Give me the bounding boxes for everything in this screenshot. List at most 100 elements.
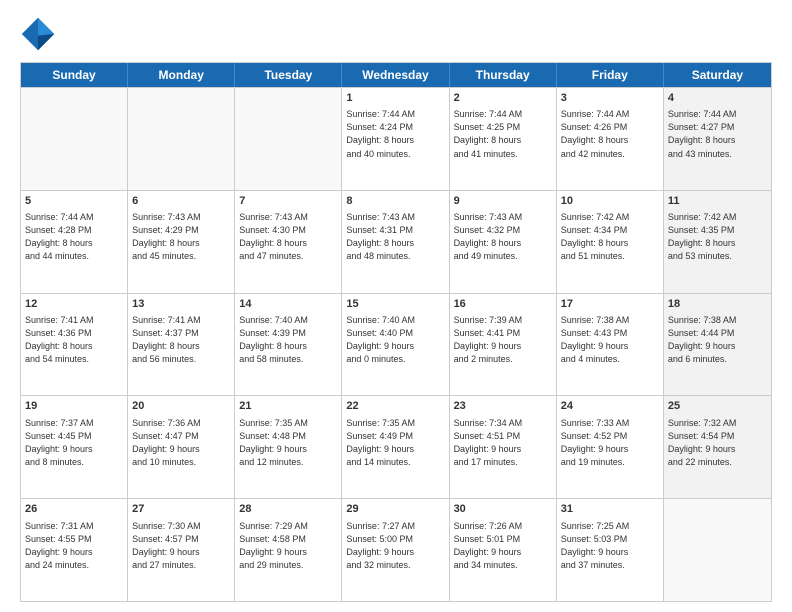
day-cell-1: 1 Sunrise: 7:44 AM Sunset: 4:24 PM Daylig… <box>342 88 449 190</box>
cell-info: Sunrise: 7:37 AM Sunset: 4:45 PM Dayligh… <box>25 417 123 469</box>
day-number: 24 <box>561 399 659 414</box>
cell-info: Sunrise: 7:25 AM Sunset: 5:03 PM Dayligh… <box>561 520 659 572</box>
day-number: 26 <box>25 502 123 517</box>
cell-info: Sunrise: 7:40 AM Sunset: 4:40 PM Dayligh… <box>346 314 444 366</box>
cell-info: Sunrise: 7:44 AM Sunset: 4:25 PM Dayligh… <box>454 108 552 160</box>
day-number: 10 <box>561 194 659 209</box>
cell-info: Sunrise: 7:44 AM Sunset: 4:27 PM Dayligh… <box>668 108 767 160</box>
header-day-wednesday: Wednesday <box>342 63 449 87</box>
cell-info: Sunrise: 7:33 AM Sunset: 4:52 PM Dayligh… <box>561 417 659 469</box>
day-cell-4: 4 Sunrise: 7:44 AM Sunset: 4:27 PM Daylig… <box>664 88 771 190</box>
day-number: 8 <box>346 194 444 209</box>
day-number: 29 <box>346 502 444 517</box>
calendar-row-2: 12 Sunrise: 7:41 AM Sunset: 4:36 PM Dayli… <box>21 293 771 396</box>
day-number: 2 <box>454 91 552 106</box>
day-number: 21 <box>239 399 337 414</box>
cell-info: Sunrise: 7:41 AM Sunset: 4:37 PM Dayligh… <box>132 314 230 366</box>
day-cell-7: 7 Sunrise: 7:43 AM Sunset: 4:30 PM Daylig… <box>235 191 342 293</box>
day-number: 3 <box>561 91 659 106</box>
day-number: 15 <box>346 297 444 312</box>
cell-info: Sunrise: 7:32 AM Sunset: 4:54 PM Dayligh… <box>668 417 767 469</box>
day-number: 12 <box>25 297 123 312</box>
cell-info: Sunrise: 7:35 AM Sunset: 4:48 PM Dayligh… <box>239 417 337 469</box>
cell-info: Sunrise: 7:35 AM Sunset: 4:49 PM Dayligh… <box>346 417 444 469</box>
day-cell-14: 14Sunrise: 7:40 AM Sunset: 4:39 PM Dayli… <box>235 294 342 396</box>
header-day-saturday: Saturday <box>664 63 771 87</box>
header-day-thursday: Thursday <box>450 63 557 87</box>
day-cell-29: 29Sunrise: 7:27 AM Sunset: 5:00 PM Dayli… <box>342 499 449 601</box>
day-cell-26: 26 Sunrise: 7:31 AM Sunset: 4:55 PM Dayli… <box>21 499 128 601</box>
day-cell-11: 11 Sunrise: 7:42 AM Sunset: 4:35 PM Dayli… <box>664 191 771 293</box>
day-cell-30: 30Sunrise: 7:26 AM Sunset: 5:01 PM Dayli… <box>450 499 557 601</box>
calendar: SundayMondayTuesdayWednesdayThursdayFrid… <box>20 62 772 602</box>
day-number: 25 <box>668 399 767 414</box>
day-number: 27 <box>132 502 230 517</box>
day-cell-31: 31 Sunrise: 7:25 AM Sunset: 5:03 PM Dayli… <box>557 499 664 601</box>
cell-info: Sunrise: 7:42 AM Sunset: 4:35 PM Dayligh… <box>668 211 767 263</box>
empty-cell-0-0 <box>21 88 128 190</box>
day-number: 11 <box>668 194 767 209</box>
cell-info: Sunrise: 7:44 AM Sunset: 4:26 PM Dayligh… <box>561 108 659 160</box>
page: SundayMondayTuesdayWednesdayThursdayFrid… <box>0 0 792 612</box>
day-number: 4 <box>668 91 767 106</box>
day-cell-15: 15 Sunrise: 7:40 AM Sunset: 4:40 PM Dayli… <box>342 294 449 396</box>
cell-info: Sunrise: 7:38 AM Sunset: 4:43 PM Dayligh… <box>561 314 659 366</box>
logo <box>20 16 62 52</box>
day-cell-20: 20 Sunrise: 7:36 AM Sunset: 4:47 PM Dayli… <box>128 396 235 498</box>
calendar-body: 1 Sunrise: 7:44 AM Sunset: 4:24 PM Daylig… <box>21 87 771 601</box>
day-cell-5: 5Sunrise: 7:44 AM Sunset: 4:28 PM Daylig… <box>21 191 128 293</box>
day-cell-2: 2 Sunrise: 7:44 AM Sunset: 4:25 PM Daylig… <box>450 88 557 190</box>
cell-info: Sunrise: 7:39 AM Sunset: 4:41 PM Dayligh… <box>454 314 552 366</box>
day-number: 19 <box>25 399 123 414</box>
day-number: 6 <box>132 194 230 209</box>
header-day-monday: Monday <box>128 63 235 87</box>
logo-icon <box>20 16 56 52</box>
day-number: 1 <box>346 91 444 106</box>
day-cell-6: 6 Sunrise: 7:43 AM Sunset: 4:29 PM Daylig… <box>128 191 235 293</box>
empty-cell-0-2 <box>235 88 342 190</box>
cell-info: Sunrise: 7:44 AM Sunset: 4:24 PM Dayligh… <box>346 108 444 160</box>
day-cell-28: 28Sunrise: 7:29 AM Sunset: 4:58 PM Dayli… <box>235 499 342 601</box>
day-number: 20 <box>132 399 230 414</box>
calendar-row-1: 5Sunrise: 7:44 AM Sunset: 4:28 PM Daylig… <box>21 190 771 293</box>
day-number: 5 <box>25 194 123 209</box>
day-number: 22 <box>346 399 444 414</box>
day-number: 18 <box>668 297 767 312</box>
day-cell-27: 27 Sunrise: 7:30 AM Sunset: 4:57 PM Dayli… <box>128 499 235 601</box>
header-day-friday: Friday <box>557 63 664 87</box>
cell-info: Sunrise: 7:43 AM Sunset: 4:31 PM Dayligh… <box>346 211 444 263</box>
day-number: 30 <box>454 502 552 517</box>
day-cell-21: 21 Sunrise: 7:35 AM Sunset: 4:48 PM Dayli… <box>235 396 342 498</box>
day-cell-13: 13Sunrise: 7:41 AM Sunset: 4:37 PM Dayli… <box>128 294 235 396</box>
day-cell-10: 10 Sunrise: 7:42 AM Sunset: 4:34 PM Dayli… <box>557 191 664 293</box>
calendar-row-0: 1 Sunrise: 7:44 AM Sunset: 4:24 PM Daylig… <box>21 87 771 190</box>
day-cell-19: 19 Sunrise: 7:37 AM Sunset: 4:45 PM Dayli… <box>21 396 128 498</box>
cell-info: Sunrise: 7:40 AM Sunset: 4:39 PM Dayligh… <box>239 314 337 366</box>
day-cell-8: 8 Sunrise: 7:43 AM Sunset: 4:31 PM Daylig… <box>342 191 449 293</box>
day-cell-3: 3 Sunrise: 7:44 AM Sunset: 4:26 PM Daylig… <box>557 88 664 190</box>
header <box>20 16 772 52</box>
day-cell-24: 24 Sunrise: 7:33 AM Sunset: 4:52 PM Dayli… <box>557 396 664 498</box>
calendar-header: SundayMondayTuesdayWednesdayThursdayFrid… <box>21 63 771 87</box>
cell-info: Sunrise: 7:36 AM Sunset: 4:47 PM Dayligh… <box>132 417 230 469</box>
day-cell-9: 9Sunrise: 7:43 AM Sunset: 4:32 PM Daylig… <box>450 191 557 293</box>
day-cell-22: 22 Sunrise: 7:35 AM Sunset: 4:49 PM Dayli… <box>342 396 449 498</box>
cell-info: Sunrise: 7:43 AM Sunset: 4:30 PM Dayligh… <box>239 211 337 263</box>
cell-info: Sunrise: 7:41 AM Sunset: 4:36 PM Dayligh… <box>25 314 123 366</box>
day-cell-17: 17 Sunrise: 7:38 AM Sunset: 4:43 PM Dayli… <box>557 294 664 396</box>
empty-cell-4-6 <box>664 499 771 601</box>
day-cell-16: 16 Sunrise: 7:39 AM Sunset: 4:41 PM Dayli… <box>450 294 557 396</box>
cell-info: Sunrise: 7:31 AM Sunset: 4:55 PM Dayligh… <box>25 520 123 572</box>
day-number: 17 <box>561 297 659 312</box>
day-number: 31 <box>561 502 659 517</box>
calendar-row-3: 19 Sunrise: 7:37 AM Sunset: 4:45 PM Dayli… <box>21 395 771 498</box>
day-cell-18: 18Sunrise: 7:38 AM Sunset: 4:44 PM Dayli… <box>664 294 771 396</box>
day-cell-25: 25 Sunrise: 7:32 AM Sunset: 4:54 PM Dayli… <box>664 396 771 498</box>
cell-info: Sunrise: 7:43 AM Sunset: 4:29 PM Dayligh… <box>132 211 230 263</box>
cell-info: Sunrise: 7:42 AM Sunset: 4:34 PM Dayligh… <box>561 211 659 263</box>
day-number: 16 <box>454 297 552 312</box>
day-number: 7 <box>239 194 337 209</box>
day-cell-23: 23Sunrise: 7:34 AM Sunset: 4:51 PM Dayli… <box>450 396 557 498</box>
cell-info: Sunrise: 7:30 AM Sunset: 4:57 PM Dayligh… <box>132 520 230 572</box>
day-cell-12: 12 Sunrise: 7:41 AM Sunset: 4:36 PM Dayli… <box>21 294 128 396</box>
